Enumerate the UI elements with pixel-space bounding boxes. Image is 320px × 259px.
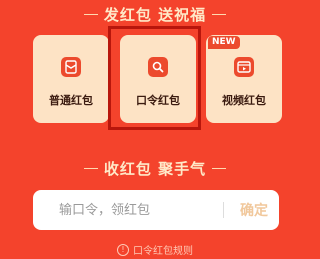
input-divider xyxy=(223,202,224,218)
new-badge: NEW xyxy=(208,36,240,49)
code-rules-link[interactable]: ! 口令红包规则 xyxy=(0,242,310,257)
title-left-line xyxy=(83,167,98,169)
confirm-button[interactable]: 确定 xyxy=(240,200,268,220)
title-left-line xyxy=(83,13,98,15)
search-icon xyxy=(148,57,168,77)
receive-section-title-text: 收红包 聚手气 xyxy=(103,159,207,178)
code-input[interactable] xyxy=(57,201,211,219)
title-right-line xyxy=(212,167,227,169)
code-rules-label: 口令红包规则 xyxy=(133,246,193,257)
code-red-envelope-card[interactable]: 口令红包 xyxy=(120,35,196,123)
send-section-title: 发红包 送祝福 xyxy=(0,3,310,25)
video-icon xyxy=(234,57,254,77)
receive-section-title: 收红包 聚手气 xyxy=(0,157,310,179)
red-envelope-icon xyxy=(61,57,81,77)
video-red-envelope-label: 视频红包 xyxy=(222,94,266,107)
code-red-envelope-label: 口令红包 xyxy=(136,94,180,107)
code-input-box: 确定 xyxy=(33,190,279,230)
info-icon: ! xyxy=(117,243,129,256)
title-right-line xyxy=(212,13,227,15)
send-section-title-text: 发红包 送祝福 xyxy=(103,5,207,24)
normal-red-envelope-label: 普通红包 xyxy=(49,94,93,107)
normal-red-envelope-card[interactable]: 普通红包 xyxy=(33,35,109,123)
